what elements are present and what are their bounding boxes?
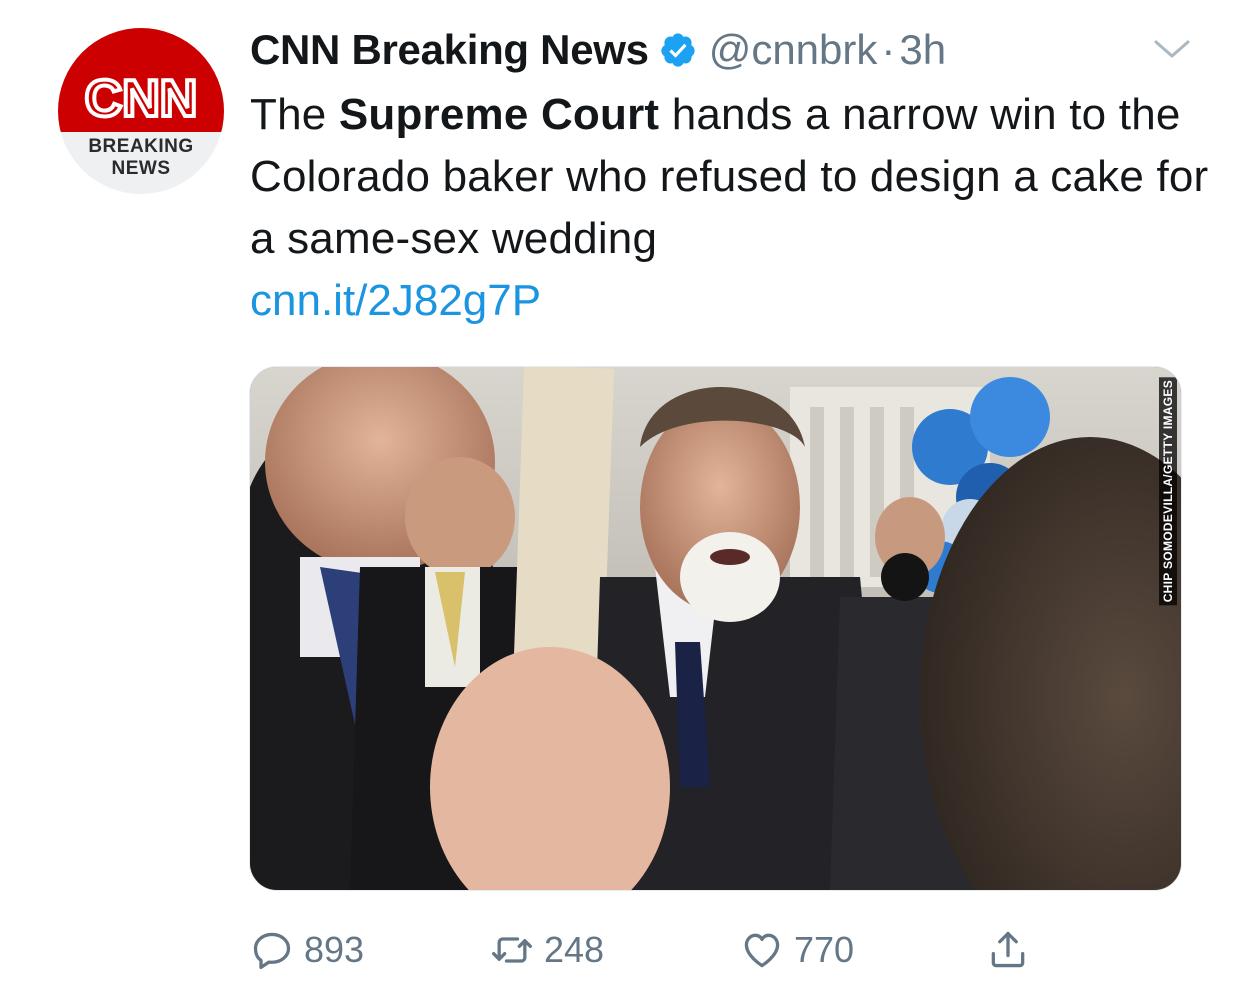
like-button[interactable]: 770 <box>740 922 854 978</box>
tweet-text: The Supreme Court hands a narrow win to … <box>250 84 1210 270</box>
account-handle[interactable]: @cnnbrk <box>709 26 878 74</box>
photo-illustration <box>250 367 1181 890</box>
svg-text:CNN: CNN <box>85 70 198 128</box>
share-button[interactable] <box>986 922 1030 978</box>
photo-credit: CHIP SOMODEVILLA/GETTY IMAGES <box>1159 377 1177 606</box>
like-count: 770 <box>794 929 855 970</box>
share-icon <box>991 931 1025 968</box>
tweet-header: CNN Breaking News @cnnbrk · 3h <box>250 24 946 76</box>
tweet-actions: 893 248 770 <box>250 922 1050 978</box>
retweet-button[interactable]: 248 <box>490 922 604 978</box>
reply-button[interactable]: 893 <box>250 922 364 978</box>
verified-badge-icon <box>661 33 695 67</box>
tweet-timestamp[interactable]: 3h <box>899 26 946 74</box>
tweet-photo[interactable]: CHIP SOMODEVILLA/GETTY IMAGES <box>249 366 1182 891</box>
cnn-logo: CNN <box>83 68 200 128</box>
tweet-text-prefix: The <box>250 90 339 139</box>
reply-icon <box>253 932 291 970</box>
tweet-text-bold: Supreme Court <box>338 90 660 139</box>
chevron-down-icon[interactable] <box>1152 36 1192 62</box>
separator-dot: · <box>881 26 896 73</box>
avatar-line-2: NEWS <box>111 158 171 179</box>
avatar[interactable]: CNN BREAKING NEWS <box>58 28 224 194</box>
avatar-line-1: BREAKING <box>88 136 194 157</box>
retweet-count: 248 <box>544 929 605 970</box>
retweet-icon <box>492 937 532 963</box>
like-icon <box>744 933 780 968</box>
tweet-link[interactable]: cnn.it/2J82g7P <box>250 270 541 332</box>
account-name[interactable]: CNN Breaking News <box>250 26 649 74</box>
reply-count: 893 <box>304 929 365 970</box>
